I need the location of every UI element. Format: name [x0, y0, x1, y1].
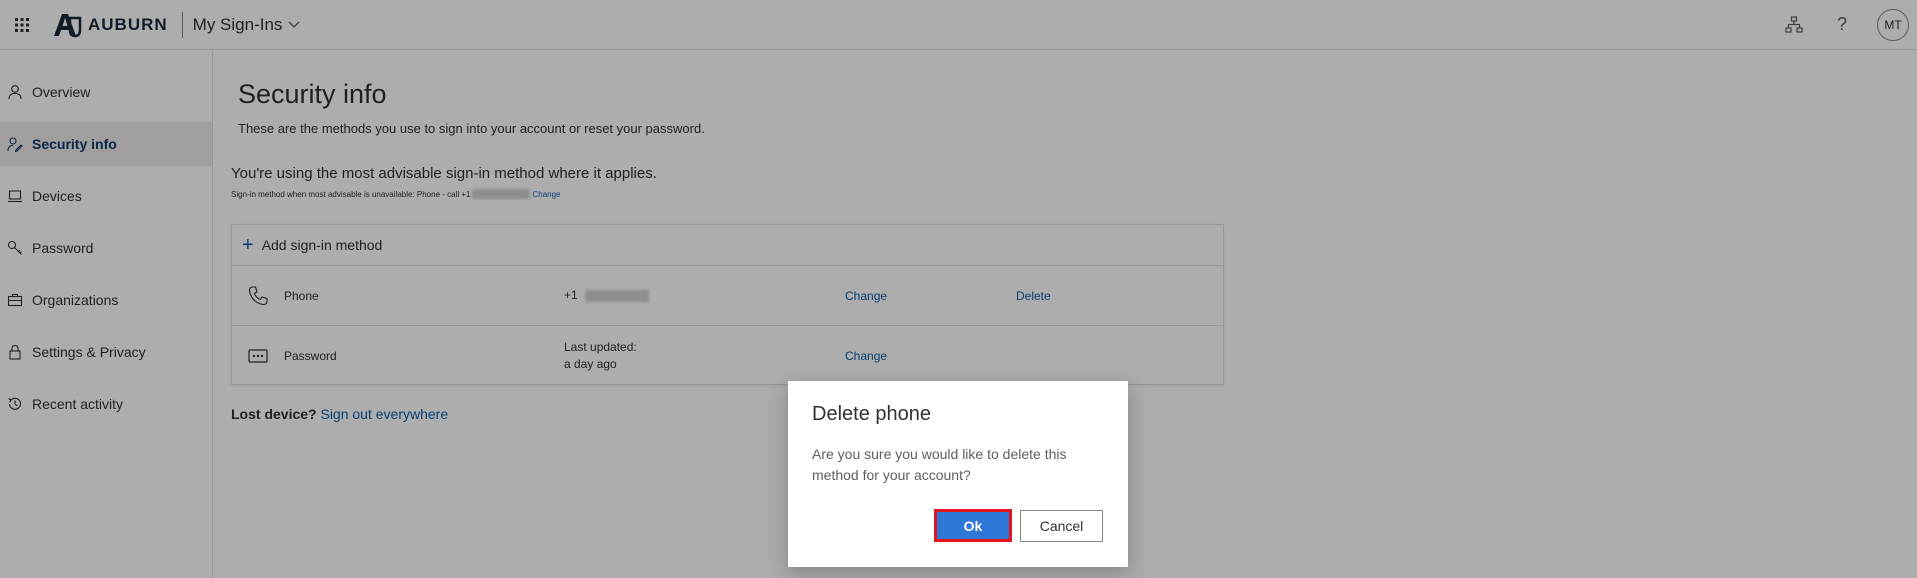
- delete-phone-dialog: Delete phone Are you sure you would like…: [788, 381, 1128, 567]
- dialog-title: Delete phone: [812, 403, 931, 425]
- cancel-button[interactable]: Cancel: [1020, 510, 1103, 542]
- ok-button[interactable]: Ok: [934, 509, 1012, 542]
- dialog-body: Are you sure you would like to delete th…: [812, 446, 1067, 483]
